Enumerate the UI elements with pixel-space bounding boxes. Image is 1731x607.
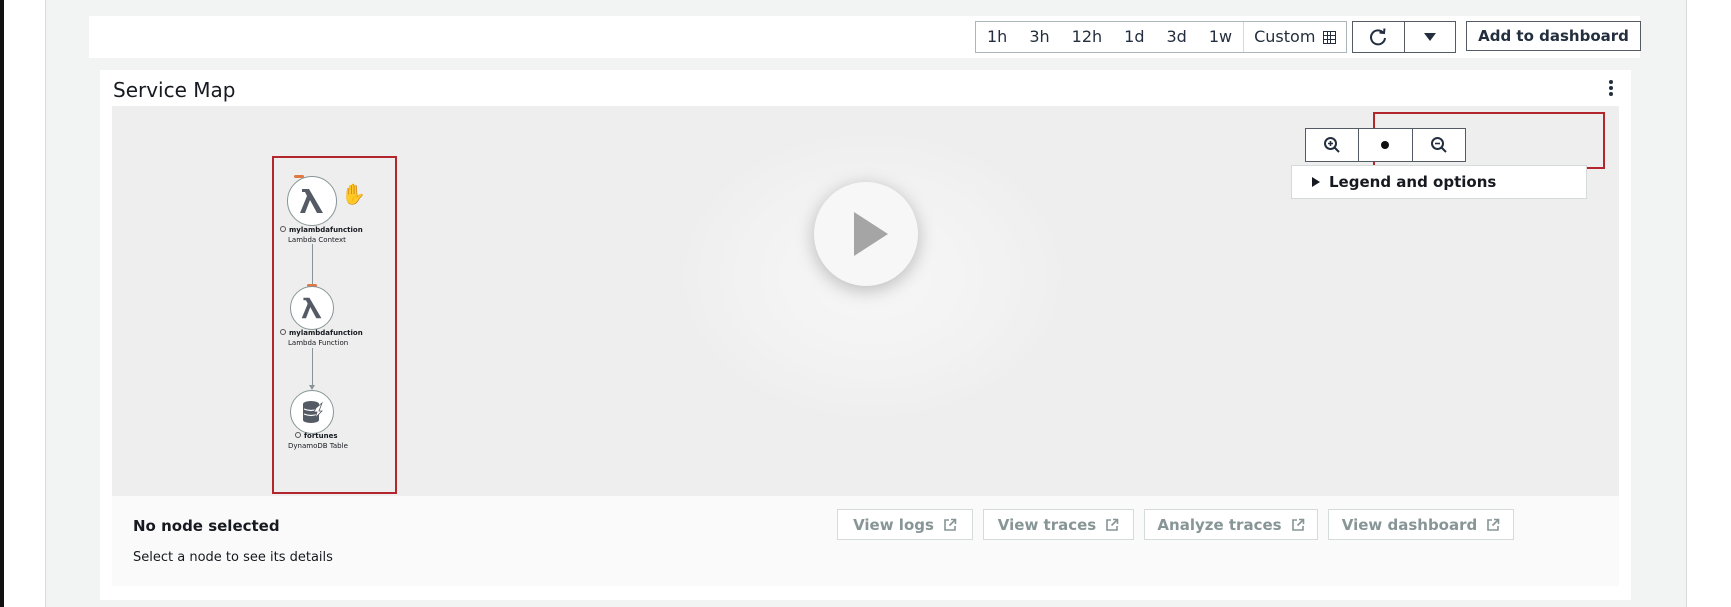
node-type: Lambda Context [288,236,346,244]
edge [312,348,313,386]
analyze-traces-label: Analyze traces [1157,515,1282,534]
node-lambda-function[interactable] [290,286,334,330]
service-map-panel: Service Map ✋ mylambdafunction Lambda Co… [100,70,1631,600]
view-logs-label: View logs [853,515,934,534]
range-custom-label: Custom [1254,27,1316,46]
add-to-dashboard-button[interactable]: Add to dashboard [1466,21,1641,51]
time-range-selector: 1h 3h 12h 1d 3d 1w Custom [975,21,1348,53]
analyze-traces-button[interactable]: Analyze traces [1144,509,1318,540]
range-1w[interactable]: 1w [1198,22,1243,52]
range-1d[interactable]: 1d [1113,22,1155,52]
refresh-options-button[interactable] [1403,22,1456,52]
view-dashboard-button[interactable]: View dashboard [1328,509,1514,540]
node-details-panel: No node selected Select a node to see it… [112,496,1619,586]
lambda-icon [301,297,322,319]
refresh-button[interactable] [1353,22,1404,52]
zoom-reset-button[interactable] [1358,129,1411,161]
view-traces-button[interactable]: View traces [983,509,1134,540]
zoom-in-icon [1324,137,1340,153]
legend-and-options-toggle[interactable]: Legend and options [1291,165,1587,199]
dynamodb-icon [303,401,323,423]
panel-actions-icon[interactable] [1609,80,1613,96]
external-link-icon [1487,518,1500,531]
service-map-canvas[interactable]: ✋ mylambdafunction Lambda Context mylamb… [112,106,1619,496]
zoom-in-button[interactable] [1306,129,1358,161]
lambda-icon [300,189,323,213]
external-link-icon [1106,518,1119,531]
caret-right-icon [1312,177,1320,187]
node-lambda-context[interactable] [287,176,337,226]
refresh-button-group [1352,21,1456,53]
zoom-out-button[interactable] [1411,129,1465,161]
range-1h[interactable]: 1h [976,22,1018,52]
range-3h[interactable]: 3h [1018,22,1060,52]
view-logs-button[interactable]: View logs [837,509,973,540]
play-video-button[interactable] [814,182,918,286]
legend-label: Legend and options [1329,173,1497,191]
refresh-icon [1370,28,1387,46]
external-link-icon [1291,518,1304,531]
node-name: mylambdafunction [280,226,363,234]
calendar-icon [1323,30,1337,44]
node-name: fortunes [295,432,338,440]
zoom-out-icon [1430,137,1447,153]
external-link-icon [944,518,957,531]
edge [312,244,313,284]
center-dot-icon [1381,141,1390,149]
hand-cursor-icon: ✋ [341,182,366,206]
zoom-controls [1305,128,1466,162]
panel-title: Service Map [113,78,236,102]
caret-down-icon [1423,33,1436,41]
view-traces-label: View traces [997,515,1097,534]
node-type: DynamoDB Table [288,442,348,450]
range-custom[interactable]: Custom [1243,22,1346,52]
window-edge [0,0,4,607]
node-dynamodb-table[interactable] [290,390,334,434]
range-3d[interactable]: 3d [1156,22,1198,52]
node-type: Lambda Function [288,339,349,347]
view-dashboard-label: View dashboard [1341,515,1478,534]
details-title: No node selected [133,517,280,535]
range-12h[interactable]: 12h [1061,22,1114,52]
details-subtitle: Select a node to see its details [133,550,333,565]
node-name: mylambdafunction [280,329,363,337]
